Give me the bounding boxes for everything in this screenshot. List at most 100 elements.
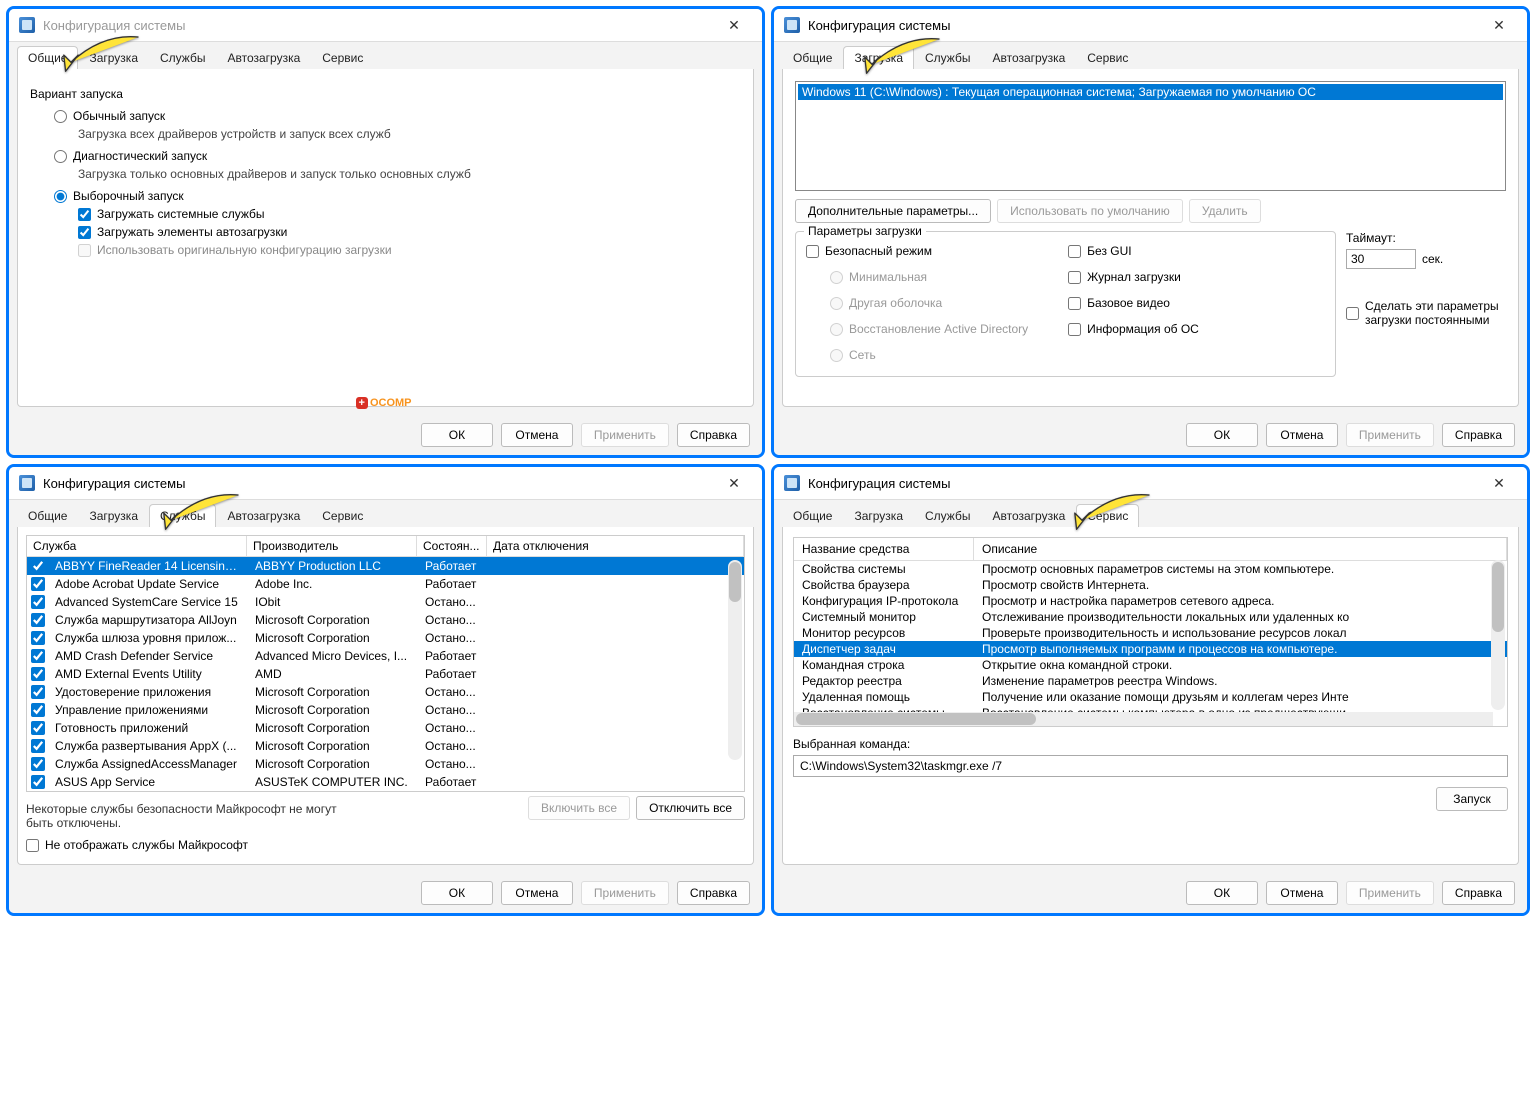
tab-tools[interactable]: Сервис xyxy=(311,504,374,527)
scrollbar-vertical[interactable] xyxy=(728,560,742,760)
table-row[interactable]: Служба развертывания AppX (...Microsoft … xyxy=(27,737,744,755)
list-item[interactable]: Свойства системыПросмотр основных параме… xyxy=(794,561,1507,577)
ok-button[interactable]: ОК xyxy=(1186,881,1258,905)
os-entry[interactable]: Windows 11 (C:\Windows) : Текущая операц… xyxy=(798,84,1503,100)
tab-general[interactable]: Общие xyxy=(17,504,78,527)
apply-button[interactable]: Применить xyxy=(1346,423,1434,447)
list-item[interactable]: Командная строкаОткрытие окна командной … xyxy=(794,657,1507,673)
radio-normal[interactable]: Обычный запуск xyxy=(54,109,741,123)
tab-tools[interactable]: Сервис xyxy=(311,46,374,69)
selected-command-input[interactable] xyxy=(793,755,1508,777)
help-button[interactable]: Справка xyxy=(677,881,750,905)
radio-diagnostic[interactable]: Диагностический запуск xyxy=(54,149,741,163)
service-checkbox[interactable] xyxy=(31,757,45,771)
col-status[interactable]: Состоян... xyxy=(417,536,487,556)
tab-services[interactable]: Службы xyxy=(914,504,981,527)
tab-boot[interactable]: Загрузка xyxy=(843,504,914,527)
tab-services[interactable]: Службы xyxy=(914,46,981,69)
list-item[interactable]: Редактор реестраИзменение параметров рее… xyxy=(794,673,1507,689)
scrollbar-horizontal[interactable] xyxy=(794,712,1493,726)
list-item[interactable]: Конфигурация IP-протоколаПросмотр и наст… xyxy=(794,593,1507,609)
service-checkbox[interactable] xyxy=(31,739,45,753)
table-row[interactable]: Служба маршрутизатора AllJoynMicrosoft C… xyxy=(27,611,744,629)
col-tool-desc[interactable]: Описание xyxy=(974,538,1507,560)
ok-button[interactable]: ОК xyxy=(421,423,493,447)
tab-general[interactable]: Общие xyxy=(782,504,843,527)
check-nogui[interactable]: Без GUI xyxy=(1068,244,1199,258)
check-load-startup[interactable]: Загружать элементы автозагрузки xyxy=(78,225,741,239)
close-icon[interactable]: ✕ xyxy=(716,15,752,35)
table-row[interactable]: Служба AssignedAccessManagerMicrosoft Co… xyxy=(27,755,744,773)
check-load-services[interactable]: Загружать системные службы xyxy=(78,207,741,221)
scrollbar-vertical[interactable] xyxy=(1491,560,1505,710)
table-row[interactable]: Удостоверение приложенияMicrosoft Corpor… xyxy=(27,683,744,701)
list-item[interactable]: Свойства браузераПросмотр свойств Интерн… xyxy=(794,577,1507,593)
advanced-options-button[interactable]: Дополнительные параметры... xyxy=(795,199,991,223)
table-row[interactable]: Служба шлюза уровня прилож...Microsoft C… xyxy=(27,629,744,647)
check-hide-ms[interactable]: Не отображать службы Майкрософт xyxy=(26,838,745,852)
service-checkbox[interactable] xyxy=(31,703,45,717)
tab-services[interactable]: Службы xyxy=(149,504,216,527)
disable-all-button[interactable]: Отключить все xyxy=(636,796,745,820)
close-icon[interactable]: ✕ xyxy=(1481,15,1517,35)
timeout-input[interactable] xyxy=(1346,249,1416,269)
list-item[interactable]: Системный мониторОтслеживание производит… xyxy=(794,609,1507,625)
tab-general[interactable]: Общие xyxy=(17,46,78,69)
help-button[interactable]: Справка xyxy=(677,423,750,447)
check-bootlog[interactable]: Журнал загрузки xyxy=(1068,270,1199,284)
table-row[interactable]: AMD External Events UtilityAMDРаботает xyxy=(27,665,744,683)
tab-boot[interactable]: Загрузка xyxy=(78,504,149,527)
tab-startup[interactable]: Автозагрузка xyxy=(216,504,311,527)
tab-services[interactable]: Службы xyxy=(149,46,216,69)
table-row[interactable]: AMD Crash Defender ServiceAdvanced Micro… xyxy=(27,647,744,665)
table-row[interactable]: Готовность приложенийMicrosoft Corporati… xyxy=(27,719,744,737)
table-row[interactable]: Управление приложениямиMicrosoft Corpora… xyxy=(27,701,744,719)
table-row[interactable]: ABBYY FineReader 14 Licensing ...ABBYY P… xyxy=(27,557,744,575)
cancel-button[interactable]: Отмена xyxy=(1266,423,1338,447)
delete-button[interactable]: Удалить xyxy=(1189,199,1261,223)
help-button[interactable]: Справка xyxy=(1442,423,1515,447)
close-icon[interactable]: ✕ xyxy=(716,473,752,493)
check-persist[interactable]: Сделать эти параметры загрузки постоянны… xyxy=(1346,299,1506,328)
col-manufacturer[interactable]: Производитель xyxy=(247,536,417,556)
table-row[interactable]: Advanced SystemCare Service 15IObitОстан… xyxy=(27,593,744,611)
service-checkbox[interactable] xyxy=(31,667,45,681)
ok-button[interactable]: ОК xyxy=(421,881,493,905)
tab-boot[interactable]: Загрузка xyxy=(843,46,914,69)
col-service[interactable]: Служба xyxy=(27,536,247,556)
help-button[interactable]: Справка xyxy=(1442,881,1515,905)
service-checkbox[interactable] xyxy=(31,721,45,735)
table-row[interactable]: Adobe Acrobat Update ServiceAdobe Inc.Ра… xyxy=(27,575,744,593)
ok-button[interactable]: ОК xyxy=(1186,423,1258,447)
tab-boot[interactable]: Загрузка xyxy=(78,46,149,69)
cancel-button[interactable]: Отмена xyxy=(501,881,573,905)
tab-startup[interactable]: Автозагрузка xyxy=(981,504,1076,527)
check-osinfo[interactable]: Информация об ОС xyxy=(1068,322,1199,336)
tab-tools[interactable]: Сервис xyxy=(1076,504,1139,527)
service-checkbox[interactable] xyxy=(31,577,45,591)
list-item[interactable]: Удаленная помощьПолучение или оказание п… xyxy=(794,689,1507,705)
check-safe-boot[interactable]: Безопасный режим xyxy=(806,244,1028,258)
set-default-button[interactable]: Использовать по умолчанию xyxy=(997,199,1183,223)
table-row[interactable]: ASUS App ServiceASUSTeK COMPUTER INC.Раб… xyxy=(27,773,744,791)
close-icon[interactable]: ✕ xyxy=(1481,473,1517,493)
check-basevideo[interactable]: Базовое видео xyxy=(1068,296,1199,310)
cancel-button[interactable]: Отмена xyxy=(1266,881,1338,905)
service-checkbox[interactable] xyxy=(31,775,45,789)
col-tool-name[interactable]: Название средства xyxy=(794,538,974,560)
service-checkbox[interactable] xyxy=(31,595,45,609)
apply-button[interactable]: Применить xyxy=(581,423,669,447)
service-checkbox[interactable] xyxy=(31,685,45,699)
apply-button[interactable]: Применить xyxy=(581,881,669,905)
tab-general[interactable]: Общие xyxy=(782,46,843,69)
apply-button[interactable]: Применить xyxy=(1346,881,1434,905)
cancel-button[interactable]: Отмена xyxy=(501,423,573,447)
launch-button[interactable]: Запуск xyxy=(1436,787,1508,811)
service-checkbox[interactable] xyxy=(31,613,45,627)
list-item[interactable]: Диспетчер задачПросмотр выполняемых прог… xyxy=(794,641,1507,657)
service-checkbox[interactable] xyxy=(31,559,45,573)
col-disabled-date[interactable]: Дата отключения xyxy=(487,536,744,556)
service-checkbox[interactable] xyxy=(31,649,45,663)
enable-all-button[interactable]: Включить все xyxy=(528,796,630,820)
os-list[interactable]: Windows 11 (C:\Windows) : Текущая операц… xyxy=(795,81,1506,191)
